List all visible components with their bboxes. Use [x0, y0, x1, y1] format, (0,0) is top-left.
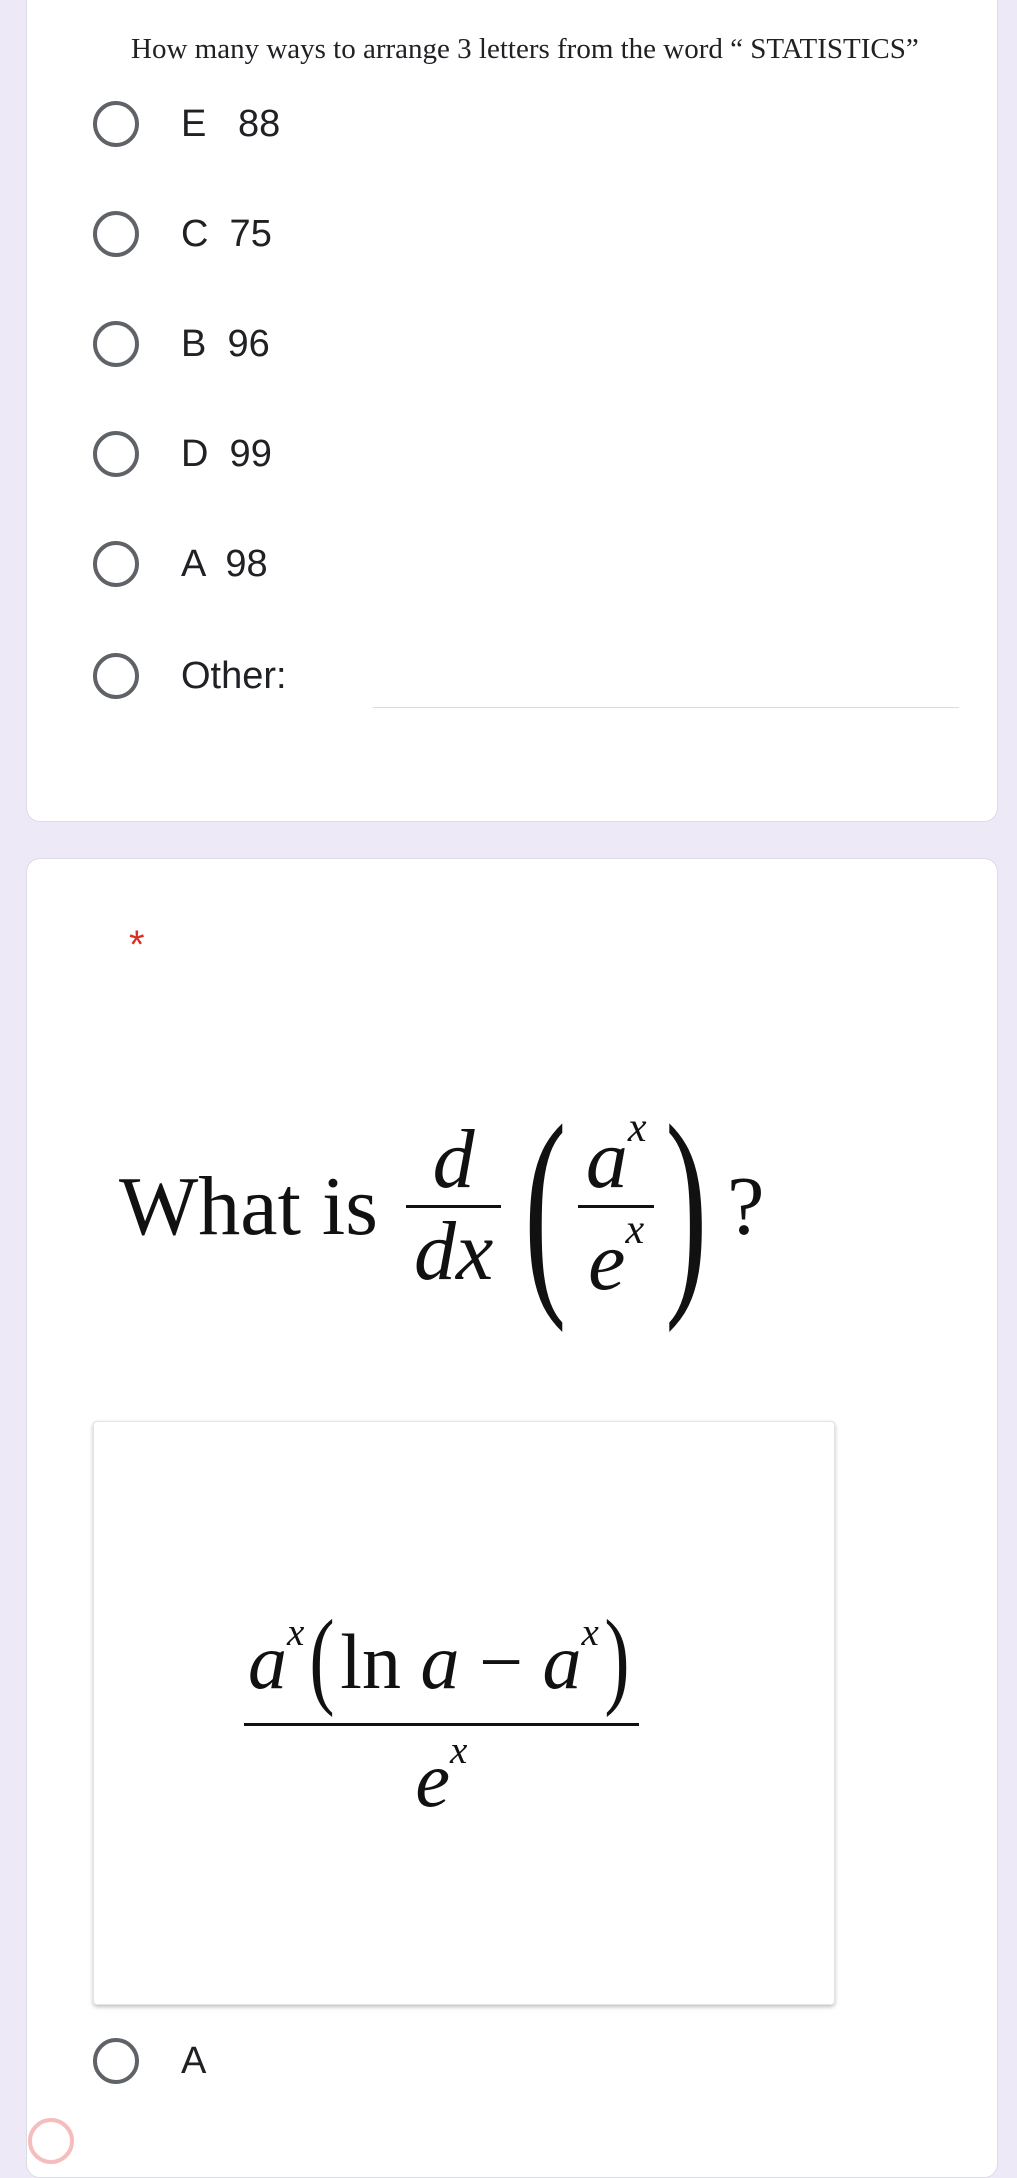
derivative-numerator: d	[432, 1113, 475, 1207]
question-prefix: What is	[119, 1159, 378, 1253]
option-label: D 99	[181, 432, 272, 475]
inner-den-base: e	[588, 1214, 626, 1308]
exponent: x	[627, 1105, 647, 1152]
minus-sign: −	[478, 1618, 523, 1705]
inner-numerator: ax	[578, 1106, 655, 1204]
option-a[interactable]: A	[93, 2031, 206, 2091]
radio-button[interactable]	[93, 541, 139, 587]
question-card-1: How many ways to arrange 3 letters from …	[26, 0, 998, 822]
den-base: e	[415, 1735, 451, 1823]
formula-image: ax(ln a − ax) ex	[244, 1599, 639, 1823]
question-title: How many ways to arrange 3 letters from …	[131, 33, 919, 65]
derivative-operator: d dx	[405, 1113, 502, 1298]
help-icon[interactable]	[28, 2118, 74, 2164]
other-text-input[interactable]	[373, 707, 959, 708]
right-paren: )	[604, 1599, 630, 1718]
option-label: E 88	[181, 102, 281, 145]
inner-num-base: a	[585, 1113, 628, 1207]
derivative-denominator: dx	[413, 1204, 494, 1298]
option-c[interactable]: C 75	[93, 204, 272, 264]
radio-button[interactable]	[93, 431, 139, 477]
option-a[interactable]: A 98	[93, 534, 268, 594]
exponent: x	[581, 1611, 599, 1655]
option-b[interactable]: B 96	[93, 314, 270, 374]
radio-button[interactable]	[93, 653, 139, 699]
option-e[interactable]: E 88	[93, 94, 280, 154]
question-suffix: ?	[727, 1159, 765, 1253]
inner-fraction: ax ex	[577, 1106, 655, 1308]
radio-button[interactable]	[93, 211, 139, 257]
left-paren: (	[309, 1599, 335, 1718]
option-image: ax(ln a − ax) ex	[93, 1421, 835, 2005]
option-label: A	[181, 2039, 207, 2082]
left-paren: (	[524, 1078, 567, 1333]
radio-button[interactable]	[93, 101, 139, 147]
num-base: a	[248, 1618, 287, 1705]
required-asterisk: *	[129, 923, 145, 967]
question-card-2: * What is d dx ( ax ex ) ? ax(ln a − ax)…	[26, 858, 998, 2178]
radio-button[interactable]	[93, 2038, 139, 2084]
ln-text: ln	[340, 1618, 401, 1705]
option-label: B 96	[181, 322, 270, 365]
ln-arg: a	[420, 1618, 460, 1705]
inner-denominator: ex	[580, 1206, 652, 1308]
other-label: Other:	[181, 654, 287, 697]
exponent: x	[450, 1728, 468, 1772]
formula-numerator: ax(ln a − ax)	[244, 1599, 639, 1719]
option-label: C 75	[181, 212, 272, 255]
fraction-bar	[244, 1722, 639, 1726]
option-d[interactable]: D 99	[93, 424, 272, 484]
second-base: a	[542, 1618, 582, 1705]
question-title-math: What is d dx ( ax ex ) ?	[119, 1091, 764, 1321]
exponent: x	[625, 1206, 645, 1253]
right-paren: )	[665, 1078, 708, 1333]
radio-button[interactable]	[93, 321, 139, 367]
formula-denominator: ex	[415, 1728, 468, 1823]
option-other[interactable]: Other:	[93, 646, 287, 706]
option-label: A 98	[181, 542, 268, 585]
exponent: x	[287, 1611, 305, 1655]
